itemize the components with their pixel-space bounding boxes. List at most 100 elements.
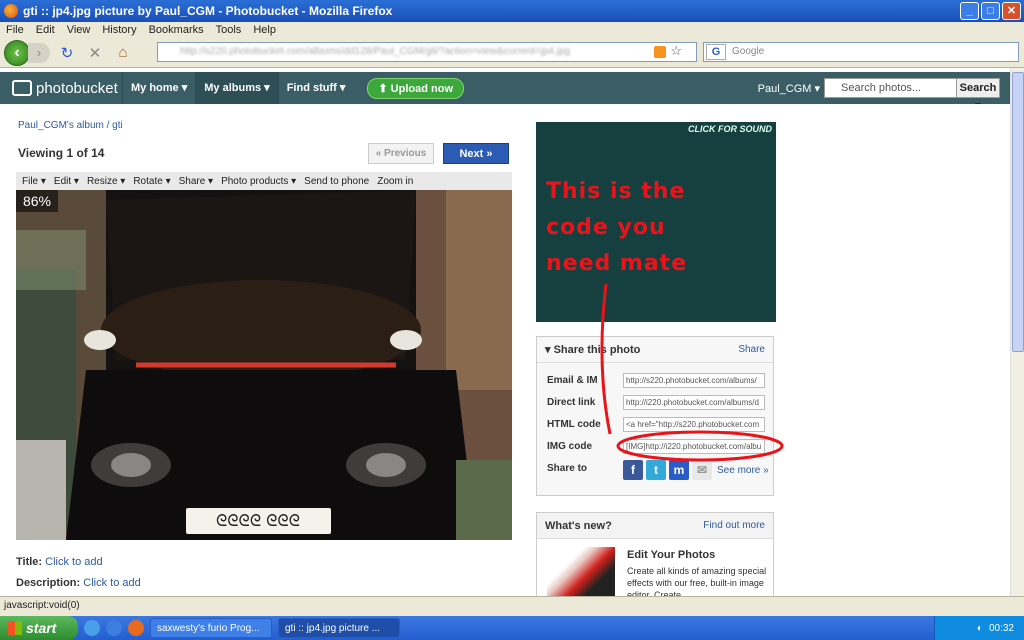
share-to-label: Share to bbox=[547, 463, 588, 474]
add-title-link[interactable]: Click to add bbox=[45, 556, 102, 568]
logo-text: photobucket bbox=[36, 79, 118, 97]
whats-new-heading: What's new? Find out more bbox=[537, 513, 773, 539]
main-photo[interactable]: ᘓᘓᘓᘓ ᘓᘓᘓ 86% bbox=[16, 190, 512, 540]
rss-icon[interactable] bbox=[654, 46, 666, 58]
firefox-quicklaunch-icon[interactable] bbox=[128, 620, 144, 636]
whats-new-panel: What's new? Find out more Edit Your Phot… bbox=[536, 512, 774, 603]
google-icon[interactable]: G bbox=[706, 44, 726, 60]
share-row-email: Email & IM bbox=[547, 375, 598, 386]
toolbar-share[interactable]: Share ▾ bbox=[179, 176, 213, 187]
firefox-icon bbox=[4, 4, 18, 18]
navigation-toolbar: ‹ › ↻ ✕ ⌂ http://s220.photobucket.com/al… bbox=[0, 38, 1024, 68]
windows-flag-icon bbox=[8, 621, 22, 635]
facebook-icon[interactable]: f bbox=[623, 460, 643, 480]
viewing-count: Viewing 1 of 14 bbox=[18, 146, 105, 160]
email-icon[interactable]: ✉ bbox=[692, 460, 712, 480]
user-menu[interactable]: Paul_CGM ▾ bbox=[758, 82, 820, 95]
start-button[interactable]: start bbox=[0, 616, 78, 640]
photobucket-logo[interactable]: photobucket bbox=[0, 80, 122, 97]
advertisement[interactable]: CLICK FOR SOUND This is the code you nee… bbox=[536, 122, 776, 322]
back-button[interactable]: ‹ bbox=[4, 39, 30, 66]
news-thumbnail[interactable] bbox=[547, 547, 615, 603]
toolbar-rotate[interactable]: Rotate ▾ bbox=[133, 176, 170, 187]
forward-button[interactable]: › bbox=[28, 42, 50, 63]
window-titlebar: gti :: jp4.jpg picture by Paul_CGM - Pho… bbox=[0, 0, 1024, 22]
stop-icon[interactable]: ✕ bbox=[84, 44, 106, 62]
photo-toolbar: File ▾ Edit ▾ Resize ▾ Rotate ▾ Share ▾ … bbox=[16, 172, 512, 190]
toolbar-zoom-in[interactable]: Zoom in bbox=[377, 176, 413, 187]
license-plate: ᘓᘓᘓᘓ ᘓᘓᘓ bbox=[216, 511, 300, 530]
menu-file[interactable]: File bbox=[0, 24, 30, 36]
img-code-field[interactable]: [IMG]http://i220.photobucket.com/albu bbox=[623, 439, 765, 454]
home-icon[interactable]: ⌂ bbox=[112, 44, 134, 61]
page-content: Paul_CGM's album / gti Viewing 1 of 14 «… bbox=[0, 104, 1010, 603]
ie-icon[interactable] bbox=[84, 620, 100, 636]
menu-view[interactable]: View bbox=[61, 24, 97, 36]
close-button[interactable]: ✕ bbox=[1002, 2, 1021, 20]
menu-history[interactable]: History bbox=[96, 24, 142, 36]
toolbar-send-to-phone[interactable]: Send to phone bbox=[304, 176, 369, 187]
photo-title-row: Title: Click to add bbox=[16, 556, 103, 568]
nav-my-home[interactable]: My home ▾ bbox=[122, 72, 195, 104]
previous-button[interactable]: « Previous bbox=[368, 143, 434, 164]
handwritten-annotation: This is the code you need mate bbox=[546, 179, 688, 276]
menu-edit[interactable]: Edit bbox=[30, 24, 61, 36]
url-field[interactable]: http://s220.photobucket.com/albums/dd128… bbox=[157, 42, 697, 62]
vertical-scrollbar[interactable] bbox=[1010, 68, 1024, 596]
menu-help[interactable]: Help bbox=[247, 24, 282, 36]
task-saxwesty[interactable]: saxwesty's furio Prog... bbox=[150, 618, 272, 638]
myspace-icon[interactable]: m bbox=[669, 460, 689, 480]
menu-bookmarks[interactable]: Bookmarks bbox=[143, 24, 210, 36]
bookmark-star-icon[interactable]: ☆ bbox=[670, 43, 682, 59]
share-link[interactable]: Share bbox=[738, 344, 765, 355]
toolbar-file[interactable]: File ▾ bbox=[22, 176, 46, 187]
news-title[interactable]: Edit Your Photos bbox=[627, 549, 715, 561]
scrollbar-thumb[interactable] bbox=[1012, 72, 1024, 352]
task-photobucket[interactable]: gti :: jp4.jpg picture ... bbox=[278, 618, 400, 638]
toolbar-resize[interactable]: Resize ▾ bbox=[87, 176, 125, 187]
share-row-direct: Direct link bbox=[547, 397, 596, 408]
photo-description-row: Description: Click to add bbox=[16, 577, 141, 589]
see-more-link[interactable]: See more » bbox=[717, 465, 769, 476]
share-row-html: HTML code bbox=[547, 419, 601, 430]
photo-search-input[interactable]: Search photos... bbox=[824, 78, 960, 98]
add-description-link[interactable]: Click to add bbox=[83, 577, 140, 589]
ie-icon-2[interactable] bbox=[106, 620, 122, 636]
next-button[interactable]: Next » bbox=[443, 143, 509, 164]
find-out-more-link[interactable]: Find out more bbox=[703, 520, 765, 531]
share-panel: ▾ Share this photo Share Email & IM http… bbox=[536, 336, 774, 496]
maximize-button[interactable]: □ bbox=[981, 2, 1000, 20]
nav-my-albums[interactable]: My albums ▾ bbox=[195, 72, 278, 104]
window-title: gti :: jp4.jpg picture by Paul_CGM - Pho… bbox=[23, 4, 393, 18]
zoom-level: 86% bbox=[16, 190, 58, 212]
search-field[interactable]: G Google bbox=[703, 42, 1019, 62]
camera-icon bbox=[12, 80, 32, 96]
url-text: http://s220.photobucket.com/albums/dd128… bbox=[180, 46, 571, 57]
breadcrumb[interactable]: Paul_CGM's album / gti bbox=[18, 120, 123, 131]
toolbar-edit[interactable]: Edit ▾ bbox=[54, 176, 79, 187]
direct-link-field[interactable]: http://i220.photobucket.com/albums/d bbox=[623, 395, 765, 410]
title-label: Title: bbox=[16, 556, 43, 568]
minimize-button[interactable]: _ bbox=[960, 2, 979, 20]
ad-sound-label[interactable]: CLICK FOR SOUND bbox=[688, 124, 772, 134]
upload-button[interactable]: ⬆ Upload now bbox=[367, 77, 464, 99]
search-placeholder: Google bbox=[732, 46, 765, 57]
search-button[interactable]: Search ▾ bbox=[956, 78, 1000, 112]
volume-icon[interactable]: ◐ bbox=[977, 623, 983, 634]
email-im-field[interactable]: http://s220.photobucket.com/albums/ bbox=[623, 373, 765, 388]
clock: 00:32 bbox=[988, 622, 1014, 634]
status-bar: javascript:void(0) bbox=[0, 596, 1024, 616]
photobucket-header: photobucket My home ▾ My albums ▾ Find s… bbox=[0, 72, 1010, 112]
toolbar-photo-products[interactable]: Photo products ▾ bbox=[221, 176, 296, 187]
share-row-img: IMG code bbox=[547, 441, 593, 452]
menu-tools[interactable]: Tools bbox=[210, 24, 248, 36]
twitter-icon[interactable]: t bbox=[646, 460, 666, 480]
taskbar: start saxwesty's furio Prog... gti :: jp… bbox=[0, 616, 1024, 640]
menu-bar: File Edit View History Bookmarks Tools H… bbox=[0, 22, 1024, 38]
system-tray: ◐ 00:32 bbox=[934, 616, 1024, 640]
nav-find-stuff[interactable]: Find stuff ▾ bbox=[277, 72, 354, 104]
share-heading[interactable]: ▾ Share this photo Share bbox=[537, 337, 773, 363]
html-code-field[interactable]: <a href="http://s220.photobucket.com bbox=[623, 417, 765, 432]
car-engine-photo: ᘓᘓᘓᘓ ᘓᘓᘓ bbox=[16, 190, 512, 540]
reload-icon[interactable]: ↻ bbox=[56, 44, 78, 62]
